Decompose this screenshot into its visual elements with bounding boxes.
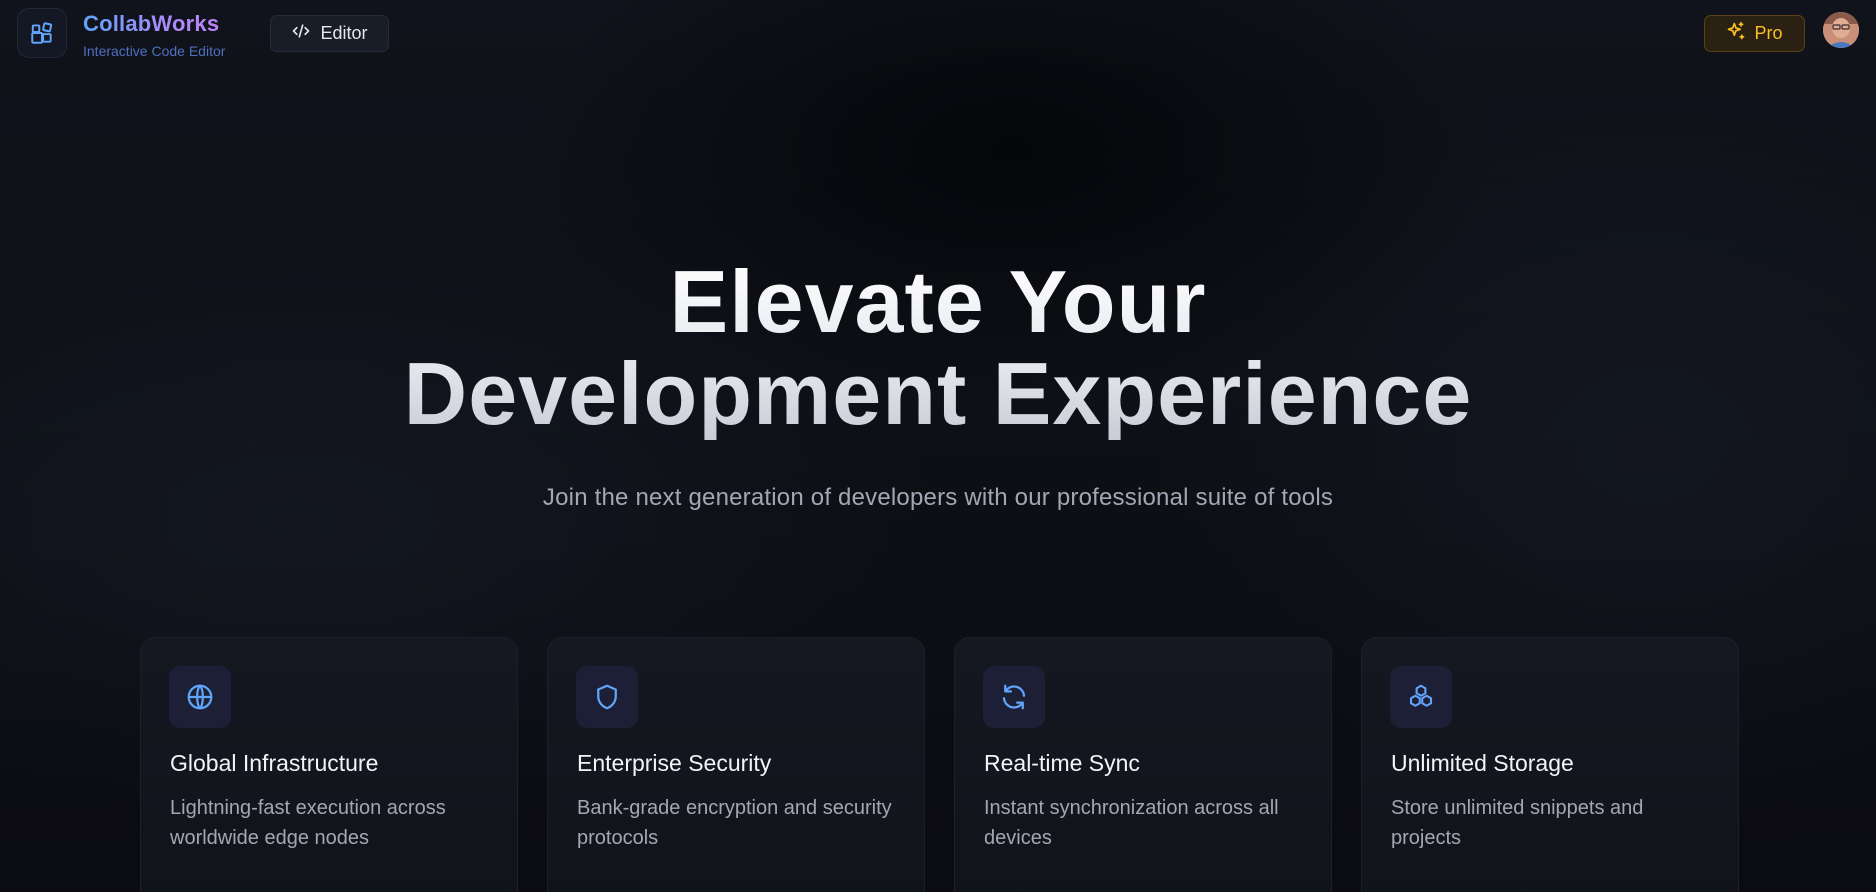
hero-title-line-1: Elevate Your	[669, 252, 1207, 351]
top-header: CollabWorks Interactive Code Editor Edit…	[0, 0, 1876, 66]
feature-description: Bank-grade encryption and security proto…	[577, 797, 892, 849]
feature-title: Enterprise Security	[577, 750, 772, 776]
feature-card-enterprise-security[interactable]: Enterprise Security Bank-grade encryptio…	[547, 637, 925, 892]
pro-button-label: Pro	[1754, 23, 1783, 43]
editor-button-label: Editor	[320, 23, 368, 43]
hero-title: Elevate Your Development Experience	[0, 256, 1876, 440]
boxes-icon	[1390, 666, 1452, 728]
brand-subtitle: Interactive Code Editor	[83, 43, 226, 59]
feature-card-global-infrastructure[interactable]: Global Infrastructure Lightning-fast exe…	[140, 637, 518, 892]
shield-icon	[576, 666, 638, 728]
sparkles-icon	[1726, 21, 1746, 46]
user-avatar[interactable]	[1823, 12, 1859, 48]
feature-card-unlimited-storage[interactable]: Unlimited Storage Store unlimited snippe…	[1361, 637, 1739, 892]
logo-icon[interactable]	[17, 8, 67, 58]
editor-button[interactable]: Editor	[270, 15, 389, 52]
pro-button[interactable]: Pro	[1704, 15, 1805, 52]
globe-icon	[169, 666, 231, 728]
feature-card-realtime-sync[interactable]: Real-time Sync Instant synchronization a…	[954, 637, 1332, 892]
feature-title: Unlimited Storage	[1391, 750, 1574, 776]
feature-description: Instant synchronization across all devic…	[984, 797, 1279, 849]
landing-page: CollabWorks Interactive Code Editor Edit…	[0, 0, 1876, 892]
feature-description: Store unlimited snippets and projects	[1391, 797, 1644, 849]
refresh-icon	[983, 666, 1045, 728]
feature-title: Real-time Sync	[984, 750, 1140, 776]
feature-description: Lightning-fast execution across worldwid…	[170, 797, 446, 849]
hero-title-line-2: Development Experience	[403, 344, 1473, 443]
feature-title: Global Infrastructure	[170, 750, 379, 776]
code-icon	[291, 21, 311, 46]
brand-name[interactable]: CollabWorks	[83, 11, 219, 37]
hero-subtitle: Join the next generation of developers w…	[542, 484, 1334, 511]
